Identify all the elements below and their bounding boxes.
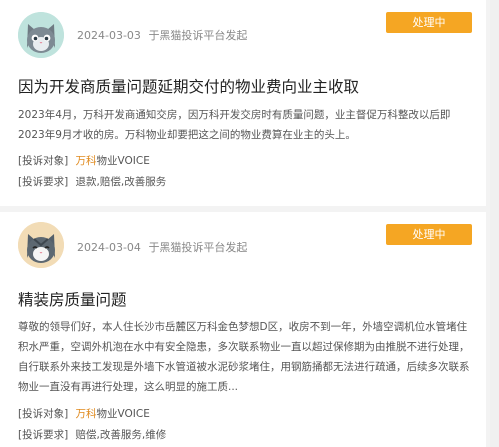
gray-cat-avatar-icon[interactable]	[18, 12, 64, 58]
complaint-request-value: 赔偿,改善服务,维修	[75, 429, 167, 441]
complaint-request-value: 退款,赔偿,改善服务	[75, 176, 167, 188]
post-body[interactable]: 尊敬的领导们好，本人住长沙市岳麓区万科金色梦想D区，收房不到一年，外墙空调机位水…	[18, 317, 476, 397]
complaint-target-name: 物业VOICE	[96, 408, 150, 420]
complaint-target: [投诉对象] 万科物业VOICE	[18, 153, 150, 168]
complaint-target: [投诉对象] 万科物业VOICE	[18, 406, 150, 421]
post-meta: 2024-03-03 于黑猫投诉平台发起	[77, 27, 247, 43]
post-source: 于黑猫投诉平台发起	[148, 241, 248, 254]
status-badge: 处理中	[386, 224, 472, 245]
post-date: 2024-03-03	[77, 29, 141, 42]
complaint-target-label: [投诉对象]	[18, 155, 69, 167]
complaint-target-brand-link[interactable]: 万科	[76, 155, 97, 167]
post-source: 于黑猫投诉平台发起	[148, 29, 248, 42]
complaint-target-name: 物业VOICE	[96, 155, 150, 167]
post-title[interactable]: 因为开发商质量问题延期交付的物业费向业主收取	[18, 75, 359, 97]
post-body[interactable]: 2023年4月，万科开发商通知交房，因万科开发交房时有质量问题，业主督促万科整改…	[18, 105, 476, 145]
post-date: 2024-03-04	[77, 241, 141, 254]
complaint-feed: 2024-03-03 于黑猫投诉平台发起 处理中 因为开发商质量问题延期交付的物…	[0, 0, 499, 447]
complaint-request-label: [投诉要求]	[18, 429, 69, 441]
complaint-target-brand-link[interactable]: 万科	[76, 408, 97, 420]
post-title[interactable]: 精装房质量问题	[18, 288, 127, 310]
complaint-request: [投诉要求] 退款,赔偿,改善服务	[18, 174, 166, 189]
complaint-card[interactable]: 2024-03-03 于黑猫投诉平台发起 处理中 因为开发商质量问题延期交付的物…	[0, 0, 486, 206]
complaint-request-label: [投诉要求]	[18, 176, 69, 188]
scrollbar[interactable]	[490, 0, 499, 447]
complaint-request: [投诉要求] 赔偿,改善服务,维修	[18, 427, 166, 442]
post-meta: 2024-03-04 于黑猫投诉平台发起	[77, 239, 247, 255]
complaint-target-label: [投诉对象]	[18, 408, 69, 420]
status-badge: 处理中	[386, 12, 472, 33]
complaint-card[interactable]: 2024-03-04 于黑猫投诉平台发起 处理中 精装房质量问题 尊敬的领导们好…	[0, 212, 486, 447]
tabby-cat-avatar-icon[interactable]	[18, 222, 64, 268]
